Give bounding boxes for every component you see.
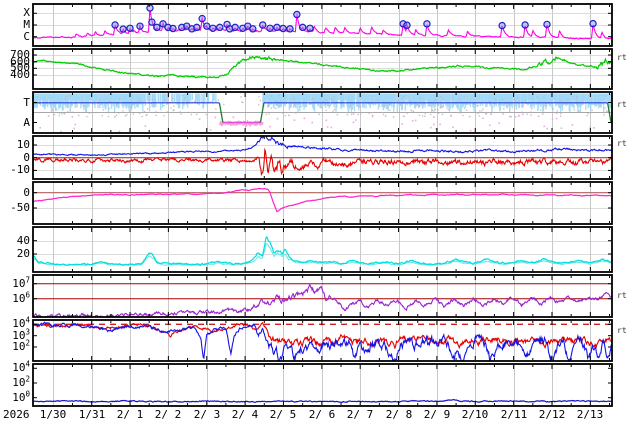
x-tick-label: 1/31 [78,408,106,421]
y-tick-label: -10 [10,163,30,176]
y-tick-label: 102 [12,374,30,389]
y-tick-label: 106 [12,290,30,305]
y-tick-label: 40 [16,234,30,247]
x-tick-label: 2/12 [538,408,566,421]
y-tick-label: A [23,116,30,129]
space-weather-multipanel-plot: 2026 X M C 700 600 500 400 T A 10 0 -10 0 -50 40 20 107 1… [0,0,634,424]
rt-label: rt [617,326,627,335]
rt-label: rt [617,100,627,109]
y-tick-label: -50 [10,201,30,214]
x-tick-label: 2/ 2 [154,408,182,421]
x-tick-label: 2/ 9 [423,408,451,421]
x-tick-label: 2/ 6 [308,408,336,421]
y-tick-label: 104 [12,359,30,374]
y-tick-label: 107 [12,275,30,290]
x-tick-label: 2/ 8 [385,408,413,421]
y-tick-label: 400 [10,68,30,81]
x-tick-label: 2/13 [576,408,604,421]
x-tick-label: 2/10 [461,408,489,421]
y-tick-label: C [23,30,30,43]
y-tick-label: 102 [12,338,30,353]
x-tick-label: 2/11 [500,408,528,421]
x-tick-label: 2/ 7 [346,408,374,421]
y-tick-label: 10 [16,138,30,151]
y-tick-label: 0 [23,186,30,199]
x-tick-label: 2/ 4 [231,408,259,421]
x-tick-label: 2/ 1 [116,408,144,421]
x-tick-label: 2/ 3 [193,408,221,421]
y-tick-label: 100 [12,389,30,404]
y-tick-label: 20 [16,247,30,260]
chart-canvas [0,0,634,424]
x-tick-label: 2/ 5 [269,408,297,421]
x-axis-year-label: 2026 [3,408,30,421]
rt-label: rt [617,139,627,148]
x-tick-label: 1/30 [39,408,67,421]
y-tick-label: T [23,96,30,109]
rt-label: rt [617,291,627,300]
rt-label: rt [617,53,627,62]
